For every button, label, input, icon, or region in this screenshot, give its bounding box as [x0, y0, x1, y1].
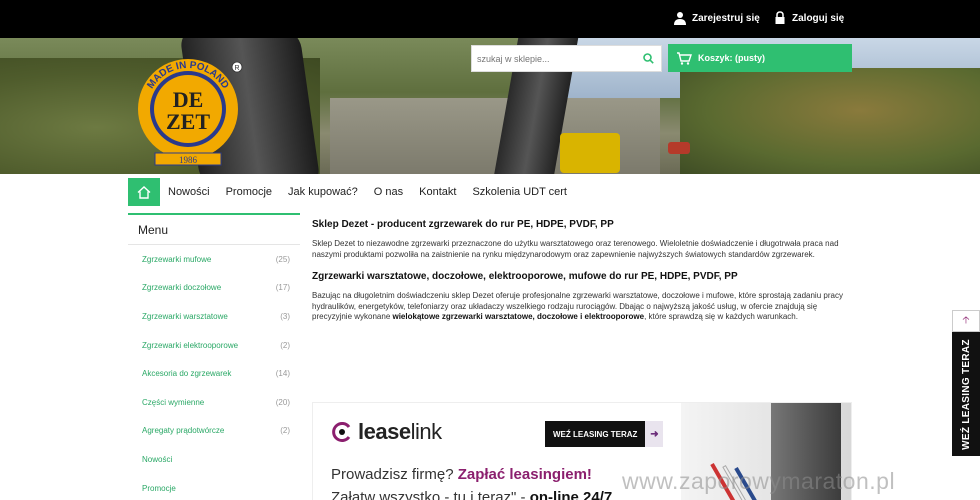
arrow-right-icon: ➜: [645, 421, 664, 447]
sidebar-menu: Menu Zgrzewarki mufowe (25) Zgrzewarki do…: [128, 213, 300, 500]
nav-item-nowosci[interactable]: Nowości: [160, 186, 218, 198]
register-label: Zarejestruj się: [692, 12, 760, 24]
leaselink-logo: leaselink: [331, 419, 442, 445]
cart-button[interactable]: Koszyk: (pusty): [668, 44, 852, 72]
highlight-text: wielokątowe zgrzewarki warsztatowe, docz…: [392, 312, 645, 322]
leaselink-brand-light: link: [410, 419, 443, 444]
nav-item-promocje[interactable]: Promocje: [218, 186, 280, 198]
sidebar-item-label: Promocje: [142, 483, 176, 493]
leasing-side-tab-label: WEŹ LEASING TERAZ: [960, 338, 972, 450]
sidebar-item-count: (3): [280, 311, 290, 321]
banner-subline: Załatw wszystko - tu i teraz" - on-line …: [331, 489, 613, 500]
user-icon: [674, 12, 686, 25]
sidebar-item-czesci-wymienne[interactable]: Części wymienne (20): [128, 388, 300, 417]
sidebar-item-label: Nowości: [142, 454, 173, 464]
sidebar-item-label: Zgrzewarki doczołowe: [142, 283, 222, 293]
description-paragraph: Bazując na długoletnim doświadczeniu skl…: [312, 291, 843, 322]
nav-item-jak-kupowac[interactable]: Jak kupować?: [280, 186, 366, 198]
leaselink-brand-bold: lease: [358, 419, 411, 444]
logo-line2: ZET: [166, 109, 210, 134]
intro-paragraph: Sklep Dezet to niezawodne zgrzewarki prz…: [312, 239, 839, 259]
sidebar-item-label: Agregaty prądotwórcze: [142, 426, 225, 436]
cart-label: Koszyk: (pusty): [698, 53, 766, 63]
section-heading: Zgrzewarki warsztatowe, doczołowe, elekt…: [312, 271, 738, 283]
sidebar-item-zgrzewarki-elektrooporowe[interactable]: Zgrzewarki elektrooporowe (2): [128, 331, 300, 360]
sidebar-item-count: (2): [280, 340, 290, 350]
sidebar-item-label: Zgrzewarki mufowe: [142, 254, 212, 264]
nav-item-szkolenia[interactable]: Szkolenia UDT cert: [464, 186, 575, 198]
nav-item-o-nas[interactable]: O nas: [366, 186, 411, 198]
login-label: Zaloguj się: [792, 12, 845, 24]
login-link[interactable]: Zaloguj się: [774, 11, 844, 25]
main-nav: Nowości Promocje Jak kupować? O nas Kont…: [128, 178, 575, 206]
sidebar-item-promocje[interactable]: Promocje: [128, 474, 300, 500]
sidebar-item-label: Zgrzewarki warsztatowe: [142, 311, 228, 321]
sidebar-item-label: Zgrzewarki elektrooporowe: [142, 340, 239, 350]
sidebar-item-count: (17): [275, 283, 290, 293]
sidebar-item-nowosci[interactable]: Nowości: [128, 445, 300, 474]
nav-item-kontakt[interactable]: Kontakt: [411, 186, 464, 198]
home-button[interactable]: [128, 178, 160, 206]
sidebar-item-count: (25): [275, 254, 290, 264]
logo-reg-mark: R: [234, 65, 239, 72]
leasing-button-label: WEŹ LEASING TERAZ: [553, 429, 638, 439]
sidebar-item-zgrzewarki-mufowe[interactable]: Zgrzewarki mufowe (25): [128, 245, 300, 274]
sidebar-item-akcesoria[interactable]: Akcesoria do zgrzewarek (14): [128, 359, 300, 388]
search-input[interactable]: [472, 46, 635, 71]
cart-icon: [677, 51, 692, 65]
sidebar-item-count: (14): [275, 369, 290, 379]
register-link[interactable]: Zarejestruj się: [674, 11, 760, 25]
sidebar-title: Menu: [128, 213, 300, 245]
main-content: Sklep Dezet - producent zgrzewarek do ru…: [312, 219, 852, 323]
sidebar-item-count: (20): [275, 397, 290, 407]
site-logo[interactable]: MADE IN POLAND DE ZET 1986 R: [133, 57, 243, 169]
search-icon: [642, 53, 654, 64]
sidebar-item-label: Części wymienne: [142, 397, 205, 407]
leaselink-symbol-icon: [332, 422, 351, 442]
leasing-side-tab[interactable]: 🡡 WEŹ LEASING TERAZ: [952, 310, 980, 456]
sidebar-item-agregaty[interactable]: Agregaty prądotwórcze (2): [128, 417, 300, 446]
sidebar-item-zgrzewarki-doczolowe[interactable]: Zgrzewarki doczołowe (17): [128, 274, 300, 303]
sidebar-item-count: (2): [280, 426, 290, 436]
search-box: [471, 45, 662, 72]
lock-icon: [775, 11, 785, 24]
home-icon: [137, 185, 151, 199]
top-bar: Zarejestruj się Zaloguj się: [0, 0, 980, 38]
sidebar-item-zgrzewarki-warsztatowe[interactable]: Zgrzewarki warsztatowe (3): [128, 302, 300, 331]
banner-headline: Prowadzisz firmę? Zapłać leasingiem!: [331, 466, 592, 483]
logo-year: 1986: [179, 155, 198, 165]
arrow-up-icon[interactable]: 🡡: [952, 310, 980, 332]
leasing-button[interactable]: WEŹ LEASING TERAZ ➜: [545, 421, 664, 447]
page-title: Sklep Dezet - producent zgrzewarek do ru…: [312, 219, 614, 230]
search-button[interactable]: [635, 46, 661, 71]
sidebar-item-label: Akcesoria do zgrzewarek: [142, 369, 232, 379]
watermark: www.zaporowymaraton.pl: [622, 468, 896, 494]
